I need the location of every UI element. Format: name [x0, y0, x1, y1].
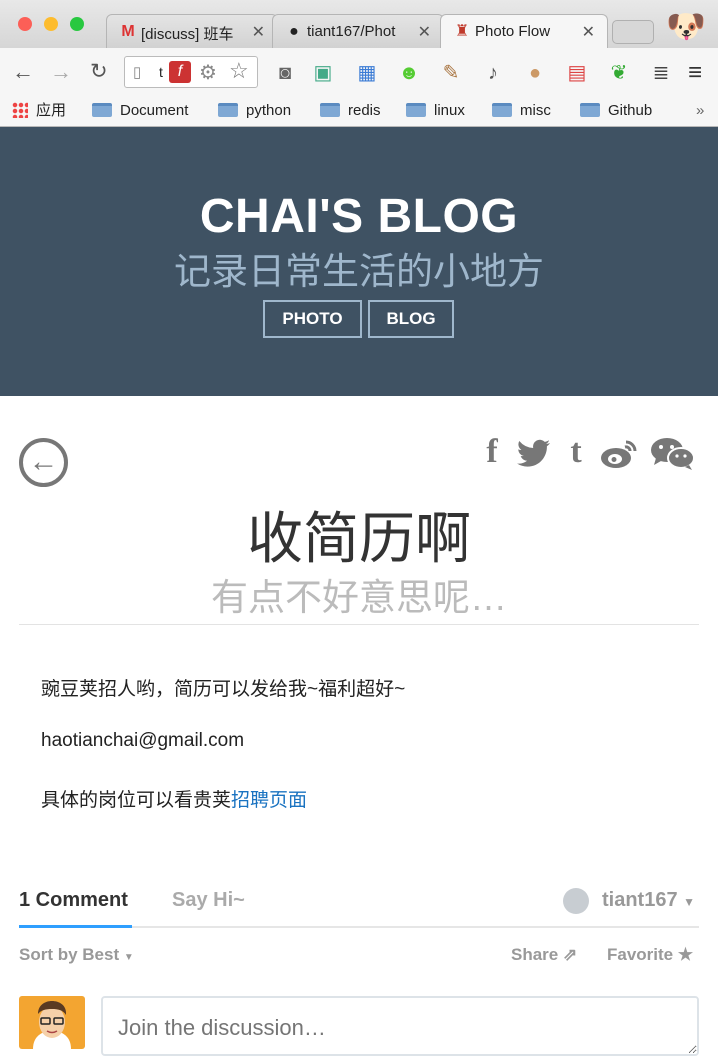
bookmark-folder-misc[interactable]: misc — [492, 100, 551, 122]
chevron-down-icon: ▼ — [683, 895, 696, 909]
bookmark-star-icon[interactable]: ☆ — [229, 58, 249, 84]
tab-label: tiant167/Phot — [307, 23, 396, 40]
address-bar[interactable]: ▯ t f ⚙ ☆ — [124, 56, 258, 88]
twitter-icon[interactable] — [516, 433, 552, 471]
gmail-icon: M — [121, 23, 135, 40]
hat-icon: ♜ — [454, 23, 470, 40]
jobs-page-link[interactable]: 招聘页面 — [231, 790, 307, 811]
post-paragraph-text: 具体的岗位可以看贵荚 — [41, 790, 232, 811]
apps-grid-icon — [12, 102, 28, 118]
tab-github[interactable]: ● tiant167/Phot ✕ — [272, 14, 444, 48]
back-circle-icon[interactable]: ← — [19, 438, 68, 487]
bookmark-folder-linux[interactable]: linux — [406, 100, 465, 122]
post-subtitle: 有点不好意思呢… — [211, 577, 507, 618]
nav-photo-button[interactable]: PHOTO — [263, 300, 362, 338]
site-subtitle: 记录日常生活的小地方 — [174, 251, 544, 292]
bookmark-folder-redis[interactable]: redis — [320, 100, 381, 122]
folder-icon — [492, 103, 512, 117]
bookmark-label: python — [246, 102, 292, 119]
chevron-down-icon: ▼ — [123, 952, 134, 963]
github-icon: ● — [289, 23, 299, 40]
bookmarks-overflow-button[interactable]: » — [696, 100, 704, 122]
bookmark-folder-github[interactable]: Github — [580, 100, 652, 122]
bookmark-label: linux — [434, 102, 465, 119]
folder-icon — [218, 103, 238, 117]
bookmark-folder-document[interactable]: Document — [92, 100, 188, 122]
smiley-icon[interactable]: ☻ — [396, 60, 422, 86]
divider — [19, 624, 699, 625]
proxy-icon[interactable]: ≣ — [648, 60, 674, 86]
folder-icon — [320, 103, 340, 117]
bookmark-label: redis — [348, 102, 381, 119]
tumblr-icon[interactable]: t — [562, 433, 590, 471]
tab-strip: M [discuss] 班车 ✕ ● tiant167/Phot ✕ ♜ Pho… — [0, 0, 718, 48]
close-tab-icon[interactable]: ✕ — [582, 22, 595, 42]
bookmarks-bar: 应用 Document python redis linux misc Gith… — [0, 96, 718, 127]
close-tab-icon[interactable]: ✕ — [252, 22, 265, 42]
flash-icon[interactable]: f — [169, 61, 191, 83]
wechat-icon[interactable] — [650, 433, 696, 471]
post-email: haotianchai@gmail.com — [41, 730, 245, 751]
close-window-button[interactable] — [18, 17, 32, 31]
cookie-icon[interactable]: ● — [522, 60, 548, 86]
lamp-icon[interactable]: ♪ — [480, 60, 506, 86]
bookmark-label: Github — [608, 102, 653, 119]
folder-icon — [580, 103, 600, 117]
reload-icon[interactable]: ↻ — [90, 60, 108, 84]
share-button[interactable]: Share ⇗ — [511, 945, 577, 965]
folder-icon — [406, 103, 426, 117]
leaf-icon[interactable]: ❦ — [606, 60, 632, 86]
facebook-icon[interactable]: f — [478, 433, 506, 471]
blog-header: CHAI'S BLOG 记录日常生活的小地方 PHOTO BLOG — [0, 127, 718, 396]
back-arrow-icon[interactable]: ← — [12, 60, 34, 84]
browser-toolbar: ← → ↻ ▯ t f ⚙ ☆ ◙ ▣ ▦ ☻ ✎ ♪ ● ▤ ❦ ≣ ≡ — [0, 48, 718, 96]
my-avatar — [19, 996, 85, 1049]
profile-avatar-icon[interactable]: 🐶 — [664, 4, 708, 48]
share-label: Share — [511, 945, 559, 964]
bookmark-label: 应用 — [36, 102, 67, 119]
favorite-label: Favorite — [607, 945, 674, 964]
extension-icon[interactable]: ▣ — [310, 60, 336, 86]
weibo-icon[interactable] — [598, 433, 640, 471]
bookmark-label: Document — [120, 102, 189, 119]
zoom-window-button[interactable] — [70, 17, 84, 31]
tab-comments[interactable]: 1 Comment — [19, 889, 128, 912]
comment-input[interactable] — [101, 996, 699, 1056]
username: tiant167 — [602, 889, 678, 911]
sort-label: Sort by Best — [19, 945, 120, 964]
close-tab-icon[interactable]: ✕ — [418, 22, 431, 42]
site-title[interactable]: CHAI'S BLOG — [0, 189, 718, 244]
tab-label: Photo Flow — [475, 23, 551, 40]
page-icon: ▯ — [133, 64, 142, 81]
minimize-window-button[interactable] — [44, 17, 58, 31]
bookmark-apps[interactable]: 应用 — [12, 100, 66, 122]
clipper-icon[interactable]: ▤ — [564, 60, 590, 86]
sort-dropdown[interactable]: Sort by Best ▼ — [19, 945, 134, 965]
tab-photo-flow[interactable]: ♜ Photo Flow ✕ — [440, 14, 608, 48]
calendar-icon[interactable]: ▦ — [354, 60, 380, 86]
user-menu[interactable]: tiant167 ▼ — [602, 889, 695, 912]
nav-blog-button[interactable]: BLOG — [368, 300, 454, 338]
folder-icon — [92, 103, 112, 117]
new-tab-button[interactable] — [612, 20, 654, 44]
tab-discuss[interactable]: M [discuss] 班车 ✕ — [106, 14, 278, 48]
url-text: t — [159, 64, 163, 80]
share-icon: ⇗ — [562, 945, 578, 964]
user-avatar-icon[interactable] — [563, 888, 589, 914]
gear-icon[interactable]: ⚙ — [199, 60, 217, 85]
star-icon: ★ — [677, 945, 694, 964]
post-title: 收简历啊 — [247, 507, 471, 570]
post-paragraph: 豌豆荚招人哟，简历可以发给我~福利超好~ — [41, 679, 406, 700]
forward-arrow-icon[interactable]: → — [50, 60, 72, 84]
bookmark-folder-python[interactable]: python — [218, 100, 291, 122]
post-paragraph-jobs: 具体的岗位可以看贵荚招聘页面 — [41, 785, 307, 812]
tab-label: [discuss] 班车 — [141, 26, 234, 43]
favorite-button[interactable]: Favorite ★ — [607, 945, 693, 965]
menu-icon[interactable]: ≡ — [682, 60, 708, 86]
pocket-icon[interactable]: ◙ — [272, 60, 298, 86]
broom-icon[interactable]: ✎ — [438, 60, 464, 86]
bookmark-label: misc — [520, 102, 551, 119]
active-tab-indicator — [19, 925, 132, 928]
tab-say-hi[interactable]: Say Hi~ — [172, 889, 245, 912]
